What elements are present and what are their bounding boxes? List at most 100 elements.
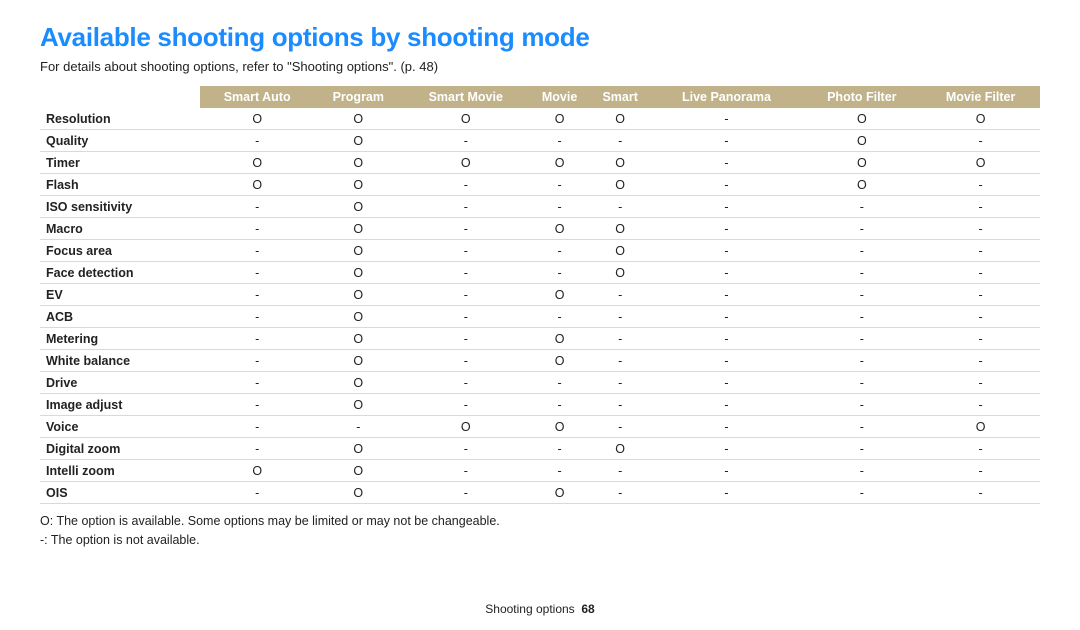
cell: - [590,284,651,306]
cell: - [921,482,1040,504]
cell: - [802,240,921,262]
cell: O [402,416,529,438]
cell: O [200,108,314,130]
cell: - [590,416,651,438]
cell: - [650,218,802,240]
row-label: Macro [40,218,200,240]
cell: - [402,350,529,372]
cell: - [802,306,921,328]
cell: - [590,130,651,152]
cell: O [802,130,921,152]
cell: - [529,240,590,262]
cell: O [314,482,402,504]
cell: - [802,416,921,438]
cell: - [590,350,651,372]
cell: - [921,372,1040,394]
cell: - [200,394,314,416]
row-label: Image adjust [40,394,200,416]
cell: O [314,372,402,394]
cell: O [200,152,314,174]
cell: - [650,174,802,196]
cell: - [200,482,314,504]
cell: - [921,350,1040,372]
cell: - [921,460,1040,482]
cell: - [590,328,651,350]
cell: - [200,218,314,240]
header-smart-movie: Smart Movie [402,86,529,108]
page-title: Available shooting options by shooting m… [40,22,1040,53]
legend-unavailable: -: The option is not available. [40,531,1040,550]
cell: O [802,174,921,196]
cell: O [314,240,402,262]
cell: O [529,416,590,438]
footer-section: Shooting options [485,602,574,616]
legend-available: O: The option is available. Some options… [40,512,1040,531]
cell: - [921,240,1040,262]
cell: O [314,218,402,240]
cell: - [590,394,651,416]
cell: - [921,306,1040,328]
row-label: OIS [40,482,200,504]
cell: - [650,284,802,306]
row-label: ISO sensitivity [40,196,200,218]
cell: - [402,438,529,460]
cell: - [802,284,921,306]
cell: O [529,350,590,372]
cell: - [529,174,590,196]
cell: O [802,108,921,130]
cell: - [650,108,802,130]
cell: - [802,460,921,482]
cell: O [529,482,590,504]
cell: - [200,350,314,372]
cell: O [529,108,590,130]
cell: - [650,438,802,460]
cell: O [402,108,529,130]
cell: - [590,196,651,218]
cell: - [402,240,529,262]
table-row: Quality-O----O- [40,130,1040,152]
cell: - [200,372,314,394]
header-photo-filter: Photo Filter [802,86,921,108]
row-label: Digital zoom [40,438,200,460]
row-label: Flash [40,174,200,196]
cell: - [402,460,529,482]
cell: - [402,262,529,284]
cell: O [314,262,402,284]
table-row: Macro-O-OO--- [40,218,1040,240]
cell: O [590,218,651,240]
cell: O [402,152,529,174]
table-row: EV-O-O---- [40,284,1040,306]
cell: O [314,130,402,152]
cell: - [650,482,802,504]
cell: - [921,174,1040,196]
cell: - [200,196,314,218]
table-row: OIS-O-O---- [40,482,1040,504]
header-movie-filter: Movie Filter [921,86,1040,108]
cell: O [590,240,651,262]
cell: - [650,350,802,372]
cell: - [529,306,590,328]
cell: - [650,262,802,284]
cell: - [921,284,1040,306]
footer-page-number: 68 [581,602,594,616]
row-label: Timer [40,152,200,174]
cell: O [590,174,651,196]
table-row: Focus area-O--O--- [40,240,1040,262]
table-body: ResolutionOOOOO-OOQuality-O----O-TimerOO… [40,108,1040,504]
cell: O [314,152,402,174]
header-live-panorama: Live Panorama [650,86,802,108]
header-smart-auto: Smart Auto [200,86,314,108]
table-row: Digital zoom-O--O--- [40,438,1040,460]
cell: - [200,262,314,284]
table-row: White balance-O-O---- [40,350,1040,372]
cell: - [402,482,529,504]
cell: - [402,196,529,218]
cell: - [529,438,590,460]
header-smart: Smart [590,86,651,108]
cell: - [529,394,590,416]
cell: O [200,174,314,196]
cell: - [802,438,921,460]
cell: - [402,174,529,196]
row-label: Quality [40,130,200,152]
cell: - [650,130,802,152]
